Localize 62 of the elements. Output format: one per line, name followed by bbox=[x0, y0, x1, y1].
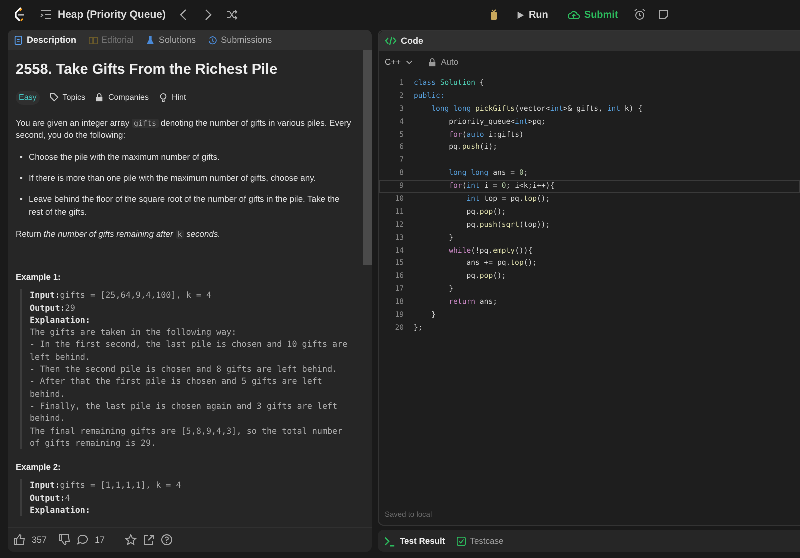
example-line: - In the first second, the last pile is chosen and 10 gifts are left behind. bbox=[30, 338, 349, 364]
play-icon bbox=[516, 10, 525, 20]
rule-bullet: Choose the pile with the maximum number of gifts. bbox=[28, 150, 221, 164]
example-line: Input:gifts = [1,1,1,1], k = 4 bbox=[30, 479, 182, 492]
thumbs-up-icon[interactable] bbox=[14, 534, 26, 546]
code-icon bbox=[385, 35, 397, 47]
console-tab[interactable]: Testcase bbox=[457, 536, 504, 546]
problem-title: 2558. Take Gifts From the Richest Pile bbox=[16, 61, 279, 80]
bullet-marker: • bbox=[20, 150, 23, 164]
shuffle-icon[interactable] bbox=[226, 9, 238, 21]
note-icon[interactable] bbox=[658, 9, 670, 21]
rule-bullet: If there is more than one pile with the maximum number of gifts, choose any. bbox=[28, 172, 318, 184]
lock-icon bbox=[95, 93, 104, 102]
bullet-marker: • bbox=[20, 193, 23, 206]
example-line: - Then the second pile is chosen and 8 gifts are left behind. bbox=[30, 363, 339, 376]
document-icon bbox=[14, 36, 23, 44]
terminal-icon bbox=[384, 536, 396, 546]
comment-count: 17 bbox=[95, 535, 106, 545]
format-mode: Auto bbox=[441, 57, 459, 67]
star-icon[interactable] bbox=[125, 534, 138, 546]
example-line: Output:4 bbox=[30, 492, 72, 504]
language-selector[interactable]: C++ bbox=[385, 57, 414, 67]
checkbox-icon bbox=[457, 536, 466, 546]
list-icon[interactable] bbox=[40, 9, 52, 21]
rule-bullet: Leave behind the floor of the square root of the number of gifts in the pile. Take the rest of the gifts. bbox=[28, 193, 341, 218]
example-line: Input:gifts = [25,64,9,4,100], k = 4 bbox=[30, 289, 213, 302]
tag-chip[interactable]: Companies bbox=[95, 93, 149, 102]
example-line: - Finally, the last pile is chosen again and 3 gifts are left behind. bbox=[30, 400, 339, 424]
console-tab[interactable]: Test Result bbox=[384, 536, 446, 546]
scrollbar-thumb[interactable] bbox=[363, 50, 372, 265]
panel-tab[interactable]: Submissions bbox=[208, 35, 272, 45]
tag-chip[interactable]: Topics bbox=[50, 93, 86, 102]
share-icon[interactable] bbox=[143, 534, 156, 546]
submit-button[interactable]: Submit bbox=[564, 6, 622, 24]
panel-title: Code bbox=[401, 36, 424, 46]
panel-tab[interactable]: Description bbox=[14, 35, 77, 45]
example-line: Output:29 bbox=[30, 302, 76, 314]
tag-icon bbox=[50, 93, 59, 102]
example-line: The final remaining gifts are [5,8,9,4,3], so the total number of gifts remaining is 29. bbox=[30, 424, 344, 450]
book-icon bbox=[88, 36, 98, 44]
like-count: 357 bbox=[32, 535, 48, 545]
lightbulb-icon bbox=[158, 93, 168, 102]
thumbs-down-icon[interactable] bbox=[59, 534, 72, 546]
problem-list-title[interactable]: Heap (Priority Queue) bbox=[58, 9, 166, 21]
tag-chip[interactable]: Hint bbox=[158, 93, 186, 102]
comment-icon[interactable] bbox=[77, 534, 90, 546]
example-line: The gifts are taken in the following way: bbox=[30, 326, 238, 338]
alarm-clock-icon[interactable] bbox=[634, 9, 646, 21]
history-icon bbox=[208, 36, 218, 44]
example-line: Explanation: bbox=[30, 504, 92, 516]
flask-icon bbox=[146, 36, 156, 44]
difficulty-badge: Easy bbox=[16, 91, 40, 105]
cloud-upload-icon bbox=[568, 10, 580, 20]
run-button[interactable]: Run bbox=[512, 6, 552, 24]
bullet-marker: • bbox=[20, 172, 23, 184]
panel-tab[interactable]: Solutions bbox=[146, 35, 196, 45]
example-line: - After that the first pile is chosen and 5 gifts are left behind. bbox=[30, 375, 324, 400]
example-heading: Example 1: bbox=[16, 270, 62, 284]
example-line: Explanation: bbox=[30, 314, 92, 326]
lock-icon bbox=[428, 58, 438, 66]
help-icon[interactable] bbox=[161, 534, 174, 546]
example-heading: Example 2: bbox=[16, 461, 62, 474]
